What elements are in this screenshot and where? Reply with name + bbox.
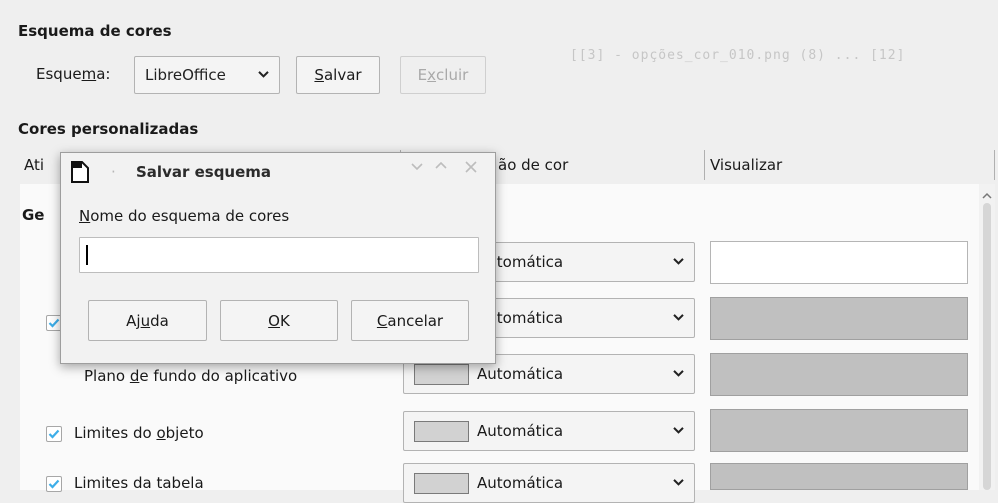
chevron-down-icon	[673, 369, 684, 377]
maximize-icon[interactable]	[435, 161, 447, 171]
row-label: Plano de fundo do aplicativo	[84, 367, 298, 385]
title-separator-dot: ·	[111, 163, 116, 181]
color-select-value: Automática	[477, 365, 564, 383]
scheme-label: Esquema:	[36, 65, 111, 83]
help-button[interactable]: Aj u da	[88, 300, 207, 341]
color-swatch	[414, 364, 469, 385]
chevron-down-icon	[673, 478, 684, 486]
chevron-down-icon	[258, 70, 269, 78]
chevron-down-icon	[673, 426, 684, 434]
scrollbar-thumb[interactable]	[983, 203, 991, 490]
scheme-name-input[interactable]	[79, 237, 479, 273]
text-caret	[86, 245, 88, 265]
custom-colors-title: Cores personalizadas	[18, 120, 199, 138]
color-preview	[710, 463, 968, 490]
column-header-preview[interactable]: Visualizar	[710, 150, 782, 180]
scheme-select-value: LibreOffice	[145, 66, 226, 84]
dialog-title: Salvar esquema	[136, 163, 272, 181]
color-select-value: Automática	[477, 422, 564, 440]
delete-scheme-button[interactable]: Ex cluir	[400, 56, 486, 94]
color-preview	[710, 409, 968, 452]
row-checkbox[interactable]	[46, 426, 62, 442]
color-swatch	[414, 421, 469, 442]
column-header-color[interactable]: ão de cor	[498, 150, 568, 180]
column-separator[interactable]	[994, 150, 995, 180]
minimize-icon[interactable]	[411, 161, 423, 171]
row-label: Limites do objeto	[74, 424, 204, 442]
color-select[interactable]: Automática	[403, 463, 695, 503]
scroll-up-icon[interactable]	[982, 186, 992, 204]
column-separator[interactable]	[704, 150, 705, 180]
group-heading: Ge	[22, 206, 45, 224]
chevron-down-icon	[673, 257, 684, 265]
color-swatch	[414, 473, 469, 494]
close-icon[interactable]	[465, 161, 477, 173]
color-select-value: Automática	[477, 474, 564, 492]
column-header-active[interactable]: Ati	[24, 150, 44, 180]
scheme-section-title: Esquema de cores	[18, 22, 172, 40]
color-preview	[710, 353, 968, 396]
chevron-down-icon	[673, 313, 684, 321]
color-preview	[710, 241, 968, 284]
color-preview	[710, 297, 968, 340]
background-ghost-text: [[3] - opções_cor_010.png (8) ... [12]	[570, 48, 906, 63]
cancel-button[interactable]: Cancelar	[351, 300, 469, 341]
ok-button[interactable]: OK	[220, 300, 338, 341]
save-scheme-dialog: · Salvar esquema Nome do esquema de core…	[60, 152, 496, 364]
scheme-select[interactable]: LibreOffice	[134, 56, 280, 94]
color-select[interactable]: Automática	[403, 411, 695, 451]
scheme-name-label: Nome do esquema de cores	[79, 207, 290, 225]
row-label: Limites da tabela	[74, 474, 204, 492]
save-scheme-button[interactable]: Salvar	[296, 56, 380, 94]
document-icon	[69, 160, 91, 188]
